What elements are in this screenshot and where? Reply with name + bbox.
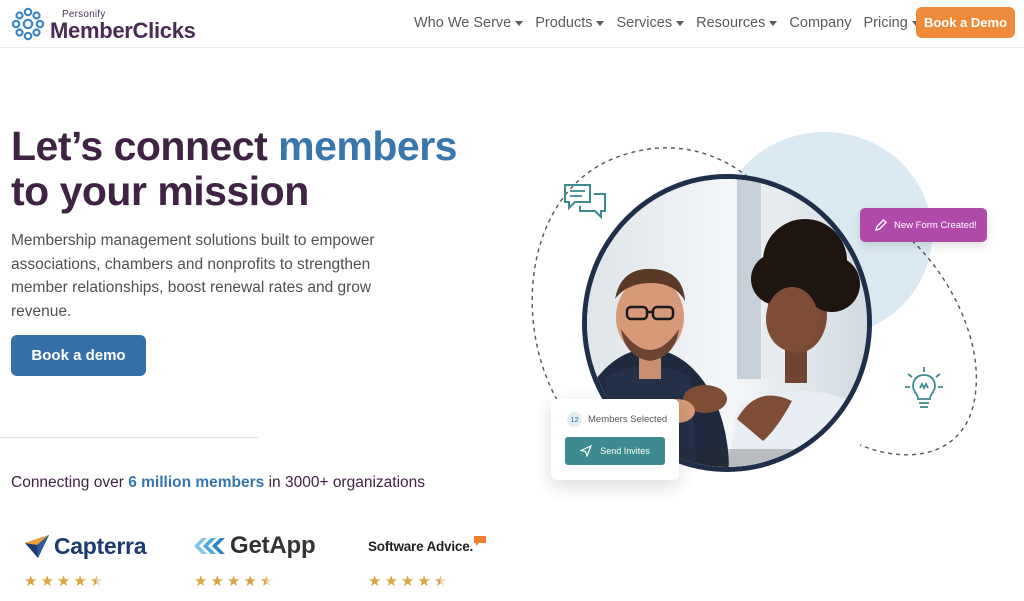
memberclicks-logo[interactable]: Personify MemberClicks xyxy=(10,4,210,44)
send-invites-label: Send Invites xyxy=(600,446,650,456)
review-capterra[interactable]: Capterra ★ ★ ★ ★ ★ xyxy=(24,528,147,594)
star-rating: ★ ★ ★ ★ ★ xyxy=(194,574,315,589)
stats-prefix: Connecting over xyxy=(11,474,129,491)
half-star-icon: ★ xyxy=(89,573,104,590)
nav-services[interactable]: Services xyxy=(616,15,685,31)
chevron-down-icon xyxy=(515,21,524,26)
getapp-chevrons-icon xyxy=(194,538,225,554)
capterra-logo: Capterra xyxy=(24,528,147,564)
chevron-down-icon xyxy=(596,21,605,26)
software-advice-period: . xyxy=(469,538,474,554)
members-selected-row: 12 Members Selected xyxy=(567,412,667,427)
nav-label: Who We Serve xyxy=(414,15,512,31)
star-icon: ★ xyxy=(384,573,398,590)
star-icon: ★ xyxy=(24,573,38,590)
software-advice-name: Software Advice. xyxy=(368,539,473,554)
software-advice-label: Software Advice xyxy=(368,538,470,554)
half-star-icon: ★ xyxy=(259,573,274,590)
lightbulb-icon xyxy=(905,367,943,408)
nav-label: Resources xyxy=(696,15,766,31)
members-selected-card: 12 Members Selected Send Invites xyxy=(551,399,679,480)
capterra-arrow-icon xyxy=(25,535,49,558)
speech-bubble-icon xyxy=(474,536,487,546)
chevron-down-icon xyxy=(676,21,685,26)
member-stats: Connecting over 6 million members in 300… xyxy=(11,474,425,492)
hero-title: Let’s connect members to your mission xyxy=(11,124,531,214)
chat-bubbles-icon xyxy=(564,184,606,220)
star-icon: ★ xyxy=(243,573,257,590)
nav-label: Company xyxy=(789,15,852,31)
members-count-badge: 12 xyxy=(567,412,582,427)
software-advice-logo: Software Advice. xyxy=(368,528,487,564)
book-demo-header-button[interactable]: Book a Demo xyxy=(916,7,1015,38)
site-header: Personify MemberClicks Who We Serve Prod… xyxy=(0,0,1024,48)
nav-company[interactable]: Company xyxy=(789,15,851,31)
review-getapp[interactable]: GetApp ★ ★ ★ ★ ★ xyxy=(194,528,316,594)
stats-suffix: in 3000+ organizations xyxy=(264,474,426,491)
star-rating: ★ ★ ★ ★ ★ xyxy=(368,574,486,589)
hero-title-part1: Let’s connect xyxy=(11,123,279,169)
review-software-advice[interactable]: Software Advice. ★ ★ ★ ★ ★ xyxy=(368,528,487,594)
chevron-down-icon xyxy=(769,21,778,26)
new-form-notification: New Form Created! xyxy=(860,208,987,242)
nav-label: Services xyxy=(616,15,673,31)
logo-mark-icon xyxy=(11,7,45,41)
send-invites-button[interactable]: Send Invites xyxy=(565,437,665,465)
nav-label: Pricing xyxy=(863,15,908,31)
divider xyxy=(0,437,258,438)
form-badge-label: New Form Created! xyxy=(894,219,977,231)
nav-label: Products xyxy=(535,15,593,31)
capterra-name: Capterra xyxy=(54,532,147,559)
star-icon: ★ xyxy=(73,573,87,590)
members-selected-label: Members Selected xyxy=(588,414,668,425)
getapp-name: GetApp xyxy=(230,532,316,559)
star-icon: ★ xyxy=(417,573,431,590)
stats-highlight: 6 million members xyxy=(128,474,265,491)
star-icon: ★ xyxy=(368,573,382,590)
nav-products[interactable]: Products xyxy=(535,15,605,31)
main-nav: Who We Serve Products Services Resources… xyxy=(414,12,932,34)
pencil-icon xyxy=(874,219,887,232)
hero-subtitle: Membership management solutions built to… xyxy=(11,232,375,320)
send-icon xyxy=(580,445,593,457)
logo-wordmark: MemberClicks xyxy=(50,18,196,43)
star-icon: ★ xyxy=(56,573,71,590)
book-demo-hero-button[interactable]: Book a demo xyxy=(11,335,146,376)
star-icon: ★ xyxy=(400,573,415,590)
hero-title-part2: to your mission xyxy=(11,168,309,214)
hero-title-accent: members xyxy=(278,123,457,169)
half-star-icon: ★ xyxy=(433,573,448,590)
star-icon: ★ xyxy=(40,573,54,590)
star-icon: ★ xyxy=(194,573,208,590)
star-rating: ★ ★ ★ ★ ★ xyxy=(24,574,146,589)
nav-pricing[interactable]: Pricing xyxy=(863,15,920,31)
getapp-logo: GetApp xyxy=(194,528,316,564)
star-icon: ★ xyxy=(226,573,241,590)
nav-who-we-serve[interactable]: Who We Serve xyxy=(414,15,524,31)
star-icon: ★ xyxy=(210,573,224,590)
nav-resources[interactable]: Resources xyxy=(696,15,778,31)
